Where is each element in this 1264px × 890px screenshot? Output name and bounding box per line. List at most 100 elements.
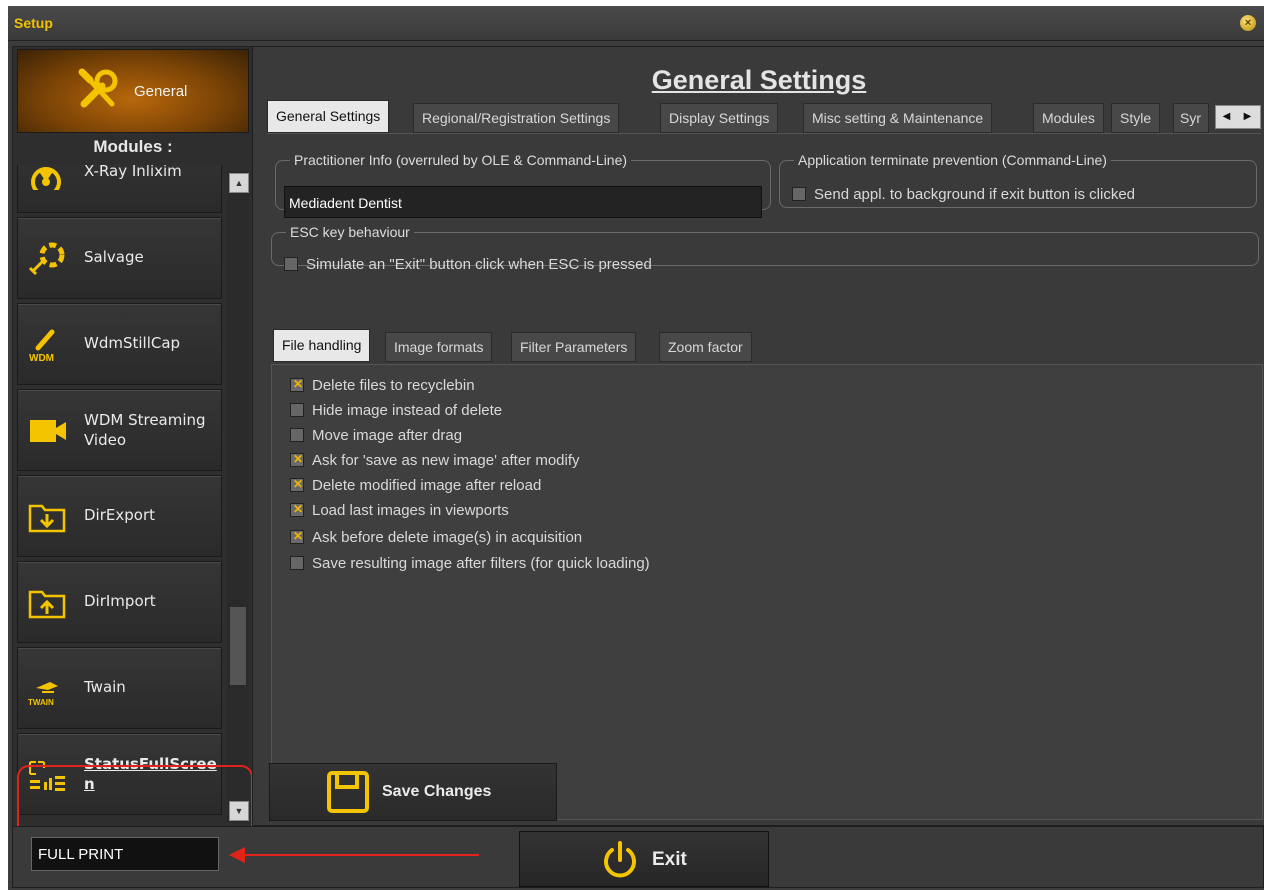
close-icon[interactable]: × [1240,15,1256,31]
page-title: General Settings [651,65,867,95]
option-label: Ask for 'save as new image' after modify [312,452,580,469]
save-changes-button[interactable]: Save Changes [269,763,557,821]
module-label: WDM Streaming Video [84,411,206,449]
checkbox-unchecked[interactable] [290,403,304,417]
twain-icon: TWAIN [28,682,58,706]
terminate-prevention-group: Application terminate prevention (Comman… [779,152,1257,208]
option-label: Save resulting image after filters (for … [312,555,650,572]
checkbox-checked[interactable] [290,529,305,544]
terminate-prevention-legend: Application terminate prevention (Comman… [798,152,1107,168]
tab-syr[interactable]: Syr [1173,103,1209,133]
chevron-right-icon[interactable]: ▶ [1237,106,1258,128]
option-label: Simulate an "Exit" button click when ESC… [306,256,652,273]
send-to-background-option[interactable]: Send appl. to background if exit button … [792,186,1135,208]
folder-import-icon [28,590,66,619]
tab-zoom-factor[interactable]: Zoom factor [659,332,752,362]
option-move-after-drag[interactable]: Move image after drag [290,427,462,449]
module-wdm-streaming-video[interactable]: WDM Streaming Video [17,389,222,471]
general-settings-body: Practitioner Info (overruled by OLE & Co… [267,133,1263,824]
module-list: X-Ray Inlixim Salvage WDM WdmStillCap WD… [13,165,225,825]
window-title: Setup [14,15,53,31]
option-save-after-filters[interactable]: Save resulting image after filters (for … [290,555,650,577]
floppy-disk-icon [327,771,369,813]
tools-icon [78,68,118,108]
main-panel: General Settings General Settings Region… [252,46,1264,826]
file-handling-panel: Delete files to recyclebin Hide image in… [271,364,1263,820]
status-field: FULL PRINT [31,837,219,871]
tab-regional-registration[interactable]: Regional/Registration Settings [413,103,620,133]
scroll-up-icon[interactable]: ▲ [229,173,249,193]
tab-image-formats[interactable]: Image formats [385,332,493,362]
practitioner-group: Practitioner Info (overruled by OLE & Co… [275,152,771,218]
module-wdmstillcap[interactable]: WDM WdmStillCap [17,303,222,385]
option-label: Delete files to recyclebin [312,377,475,394]
power-icon [604,841,636,878]
option-delete-modified-after-reload[interactable]: Delete modified image after reload [290,477,541,499]
tab-filter-parameters[interactable]: Filter Parameters [511,332,637,362]
general-label: General [134,83,188,100]
esc-key-legend: ESC key behaviour [290,224,410,240]
wdm-icon-text: WDM [29,353,54,362]
tab-scroll-arrows[interactable]: ◀ ▶ [1215,105,1261,129]
save-changes-label: Save Changes [382,783,492,800]
module-dirimport[interactable]: DirImport [17,561,222,643]
folder-export-icon [28,504,66,533]
annotation-arrow-line [243,854,479,856]
setup-window: Setup × General Modules : X-Ray Inlixim … [8,6,1264,890]
bottom-bar: FULL PRINT Exit [12,826,1264,888]
general-button[interactable]: General [17,49,249,133]
checkbox-checked[interactable] [290,477,305,492]
tab-general-settings[interactable]: General Settings [267,100,390,133]
option-hide-instead-of-delete[interactable]: Hide image instead of delete [290,402,502,424]
exit-button[interactable]: Exit [519,831,769,887]
module-xray-inlixim[interactable]: X-Ray Inlixim [17,165,222,213]
module-label: WdmStillCap [84,334,181,352]
send-to-background-checkbox[interactable] [792,187,806,201]
module-twain[interactable]: TWAIN Twain [17,647,222,729]
checkbox-unchecked[interactable] [290,556,304,570]
module-label: Twain [84,678,126,696]
option-label: Load last images in viewports [312,502,509,519]
title-bar: Setup × [8,6,1264,41]
practitioner-name-input[interactable]: Mediadent Dentist [284,186,762,218]
option-ask-before-delete[interactable]: Ask before delete image(s) in acquisitio… [290,529,582,551]
module-label: X-Ray Inlixim [84,165,182,180]
video-camera-icon [30,420,66,442]
wdm-camera-icon: WDM [29,329,55,362]
module-label: DirExport [84,506,155,524]
tab-modules[interactable]: Modules [1033,103,1104,133]
checkbox-unchecked[interactable] [290,428,304,442]
checkbox-checked[interactable] [290,452,305,467]
option-label: Send appl. to background if exit button … [814,186,1136,203]
sidebar: General Modules : X-Ray Inlixim Salvage … [12,46,254,865]
exit-label: Exit [652,849,687,870]
option-label: Hide image instead of delete [312,402,503,419]
module-label: DirImport [84,592,156,610]
modules-header: Modules : [13,137,253,165]
twain-icon-text: TWAIN [28,698,54,706]
scroll-thumb[interactable] [230,607,246,685]
checkbox-checked[interactable] [290,377,305,392]
tab-misc-maintenance[interactable]: Misc setting & Maintenance [803,103,993,133]
module-direxport[interactable]: DirExport [17,475,222,557]
practitioner-legend: Practitioner Info (overruled by OLE & Co… [294,152,628,168]
lifebuoy-icon [28,242,65,276]
module-label: Salvage [84,248,144,266]
chevron-left-icon[interactable]: ◀ [1216,106,1237,128]
option-ask-save-as-new[interactable]: Ask for 'save as new image' after modify [290,452,580,474]
tab-display-settings[interactable]: Display Settings [660,103,779,133]
simulate-exit-checkbox[interactable] [284,257,298,271]
option-delete-to-recyclebin[interactable]: Delete files to recyclebin [290,377,475,399]
option-label: Ask before delete image(s) in acquisitio… [312,529,583,546]
option-load-last-images[interactable]: Load last images in viewports [290,502,509,524]
tab-file-handling[interactable]: File handling [273,329,371,362]
option-label: Move image after drag [312,427,463,444]
simulate-exit-option[interactable]: Simulate an "Exit" button click when ESC… [284,256,652,278]
module-scrollbar[interactable]: ▲ ▼ [227,171,249,823]
tab-style[interactable]: Style [1111,103,1161,133]
radiation-icon [31,167,61,190]
module-salvage[interactable]: Salvage [17,217,222,299]
esc-key-group: ESC key behaviour Simulate an "Exit" but… [271,224,1259,273]
option-label: Delete modified image after reload [312,477,542,494]
checkbox-checked[interactable] [290,502,305,517]
